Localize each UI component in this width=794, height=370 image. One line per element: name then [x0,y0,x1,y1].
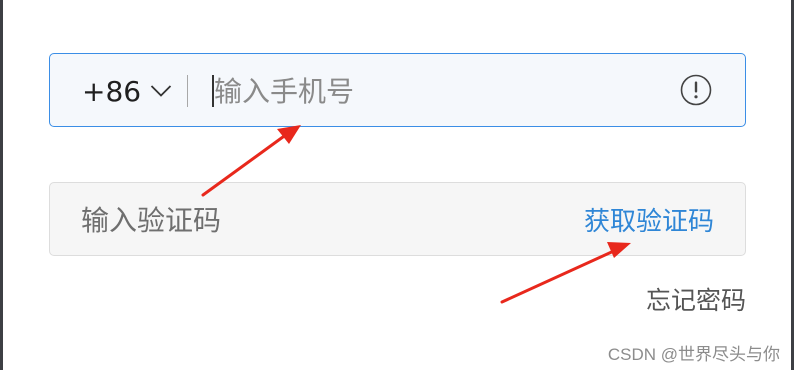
field-divider [187,75,188,107]
window-left-border [0,0,3,370]
watermark: CSDN @世界尽头与你 [607,345,780,364]
country-code-label: +86 [82,74,142,108]
exclamation-circle-icon[interactable] [680,74,712,106]
phone-field: +86 [49,53,746,127]
country-code-selector[interactable]: +86 [82,73,172,109]
chevron-down-icon [150,85,172,97]
forgot-password-link[interactable]: 忘记密码 [646,281,746,317]
text-cursor [212,75,214,107]
verification-code-field: 获取验证码 [49,182,746,256]
get-code-button[interactable]: 获取验证码 [584,201,714,238]
phone-input[interactable] [214,69,654,113]
verification-code-input[interactable] [81,198,541,242]
